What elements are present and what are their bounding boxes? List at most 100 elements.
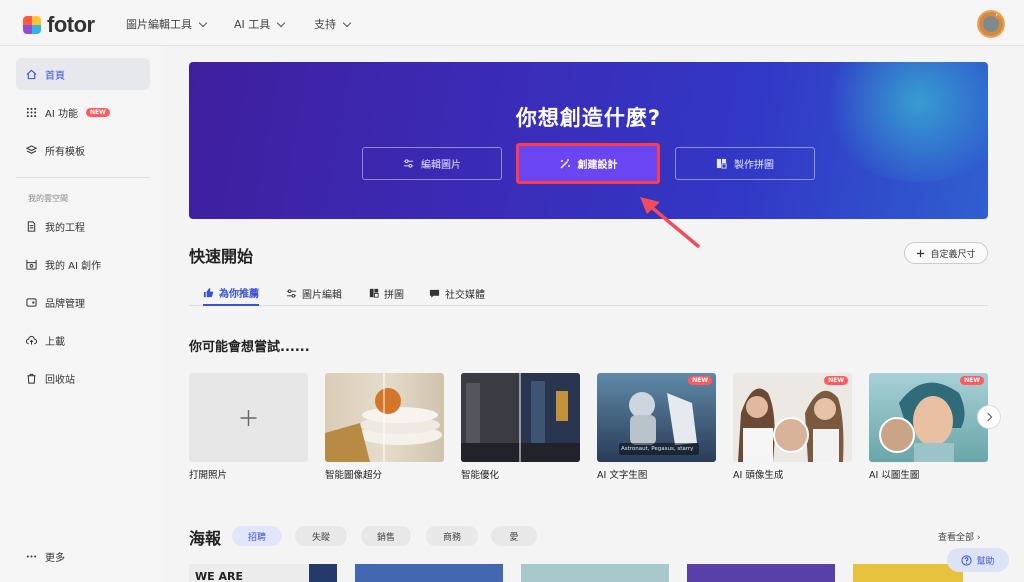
plus-icon (917, 249, 925, 257)
card-thumbnail (879, 382, 965, 462)
view-all-label: 查看全部 (938, 533, 975, 543)
tab-label: 為你推薦 (219, 288, 259, 300)
ai-headshot-card[interactable]: NEW (733, 373, 852, 462)
chip-sales[interactable]: 銷售 (361, 526, 411, 546)
sidebar-divider (16, 177, 150, 178)
nav-label: 支持 (314, 18, 336, 31)
file-icon (27, 220, 36, 232)
help-label: 幫助 (976, 556, 995, 567)
image-upscaler-card[interactable] (325, 373, 444, 462)
sidebar-item-brand-management[interactable]: 品牌管理 (16, 286, 150, 318)
chevron-down-icon (277, 18, 286, 27)
fotor-logo-icon (23, 16, 41, 34)
sidebar-item-all-templates[interactable]: 所有模板 (16, 134, 150, 166)
sliders-icon (403, 159, 414, 168)
grid-dots-icon (26, 107, 37, 117)
card-label: 智能圖像超分 (325, 470, 383, 481)
view-all-link[interactable]: 查看全部 › (938, 530, 981, 543)
more-dots-icon (26, 554, 37, 558)
sidebar-item-label: 我的 AI 創作 (45, 260, 102, 272)
sidebar-item-label: 所有模板 (45, 146, 85, 158)
chevron-right-icon: › (976, 533, 981, 543)
chip-missing[interactable]: 失蹤 (295, 526, 347, 546)
sidebar-item-label: 上載 (45, 336, 65, 348)
create-design-label: 創建設計 (577, 160, 618, 171)
chip-label: 招聘 (247, 532, 266, 543)
chip-label: 銷售 (376, 532, 395, 543)
ai-image-to-image-card[interactable]: NEW (869, 373, 988, 462)
create-design-button[interactable]: 創建設計 (516, 143, 660, 184)
edit-photo-label: 編輯圖片 (421, 160, 461, 171)
help-button[interactable]: 幫助 (947, 548, 1009, 572)
sidebar-item-trash[interactable]: 回收站 (16, 362, 150, 394)
nav-ai-tools[interactable]: AI 工具 (234, 16, 286, 32)
hero-banner: 你想創造什麼? 編輯圖片 創建設計 製作拼圖 (189, 62, 988, 219)
ai-text-to-image-card[interactable]: NEW Astronaut, Pegasus, starry (597, 373, 716, 462)
new-badge: NEW (688, 376, 712, 385)
poster-thumbnail[interactable] (853, 564, 963, 582)
tab-label: 圖片編輯 (302, 289, 342, 301)
tab-photo-editing[interactable]: 圖片編輯 (286, 280, 342, 306)
card-label: 智能優化 (461, 470, 500, 481)
poster-thumbnail[interactable] (355, 564, 503, 582)
new-badge: NEW (960, 376, 984, 385)
chip-recruitment[interactable]: 招聘 (232, 526, 282, 546)
tab-recommended[interactable]: 為你推薦 (203, 280, 259, 306)
smart-enhance-card[interactable] (461, 373, 580, 462)
nav-photo-editing-tools[interactable]: 圖片編輯工具 (126, 16, 208, 32)
chip-business[interactable]: 商務 (426, 526, 478, 546)
nav-support[interactable]: 支持 (314, 16, 352, 32)
cloud-upload-icon (26, 335, 37, 345)
sidebar-item-upload[interactable]: 上載 (16, 324, 150, 356)
chip-label: 失蹤 (311, 532, 330, 543)
brand-icon (26, 297, 37, 307)
sidebar: 首頁 AI 功能 NEW 所有模板 我的雲空間 我的工程 我的 AI 創作 品牌… (0, 46, 164, 582)
quick-start-title: 快速開始 (189, 247, 254, 266)
avatar[interactable]: PRO (977, 10, 1005, 38)
card-thumbnail (325, 373, 442, 462)
poster-thumb-shape (309, 564, 337, 582)
sliders-icon (286, 288, 297, 298)
trash-icon (27, 373, 36, 384)
card-thumbnail (738, 388, 844, 462)
sidebar-section-title: 我的雲空間 (28, 194, 68, 203)
poster-thumbnail[interactable]: WE ARE (189, 564, 337, 582)
fotor-logo[interactable]: fotor (23, 12, 95, 38)
tab-social-media[interactable]: 社交媒體 (429, 280, 485, 306)
brand-name: fotor (47, 12, 95, 37)
sidebar-item-my-ai-creations[interactable]: 我的 AI 創作 (16, 248, 150, 280)
open-photo-card[interactable] (189, 373, 308, 462)
nav-label: 圖片編輯工具 (126, 18, 192, 31)
make-collage-button[interactable]: 製作拼圖 (675, 147, 815, 180)
collage-icon (716, 158, 727, 169)
poster-thumbnail[interactable] (687, 564, 835, 582)
sidebar-item-label: 更多 (45, 552, 65, 564)
poster-thumbnail[interactable] (521, 564, 669, 582)
nav-label: AI 工具 (234, 18, 271, 31)
sidebar-item-label: 我的工程 (45, 222, 85, 234)
sidebar-item-my-projects[interactable]: 我的工程 (16, 210, 150, 242)
custom-size-button[interactable]: 自定義尺寸 (904, 242, 988, 264)
sidebar-item-home[interactable]: 首頁 (16, 58, 150, 90)
sidebar-item-more[interactable]: 更多 (16, 540, 150, 572)
card-label: AI 頭像生成 (733, 470, 784, 481)
tab-collage[interactable]: 拼圖 (369, 280, 404, 306)
posters-title: 海報 (189, 529, 222, 548)
tab-label: 拼圖 (384, 289, 404, 301)
layers-icon (26, 144, 37, 154)
try-section-title: 你可能會想嘗試...... (189, 340, 310, 355)
hero-title: 你想創造什麼? (515, 106, 662, 130)
edit-photo-button[interactable]: 編輯圖片 (362, 147, 502, 180)
sidebar-item-label: AI 功能 (45, 108, 78, 120)
chip-label: 愛 (509, 532, 519, 543)
home-icon (26, 69, 37, 79)
chip-love[interactable]: 愛 (491, 526, 537, 546)
chip-label: 商務 (442, 532, 461, 543)
sidebar-item-ai-features[interactable]: AI 功能 NEW (16, 96, 150, 128)
chevron-down-icon (198, 18, 208, 27)
chevron-down-icon (342, 18, 352, 27)
carousel-next-button[interactable] (977, 405, 1001, 429)
custom-size-label: 自定義尺寸 (930, 249, 976, 260)
sidebar-item-label: 品牌管理 (45, 298, 85, 310)
magic-wand-icon (560, 158, 570, 168)
